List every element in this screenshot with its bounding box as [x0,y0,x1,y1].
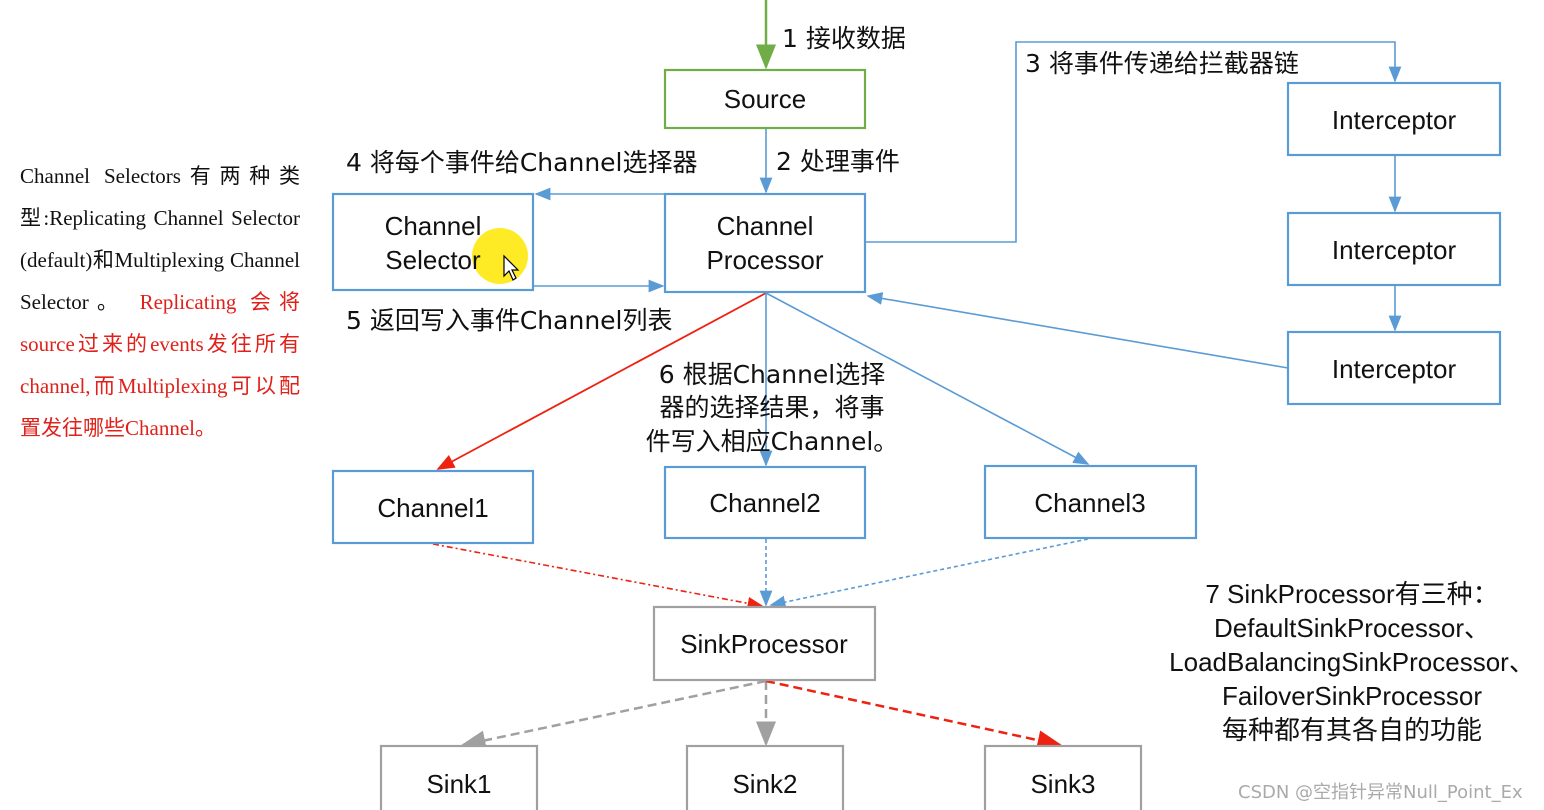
step7-line-5: 每种都有其各自的功能 [1221,715,1482,745]
channel-processor-label-1: Channel [717,211,814,241]
step5-label: 5 返回写入事件Channel列表 [346,306,673,335]
step6-label-2: 器的选择结果，将事 [659,393,884,422]
channel-processor-label-2: Processor [706,245,823,275]
step4-label: 4 将每个事件给Channel选择器 [346,148,698,177]
watermark: CSDN @空指针异常Null_Point_Ex [1238,782,1523,803]
step7-line-2: DefaultSinkProcessor、 [1214,613,1490,643]
channel3-label: Channel3 [1034,488,1145,518]
interceptor-label-3: Interceptor [1332,354,1457,384]
arrow-interceptor-return [866,292,1289,369]
step2-label: 2 处理事件 [776,147,900,176]
interceptor-label-2: Interceptor [1332,235,1457,265]
sink1-label: Sink1 [426,769,491,799]
source-label: Source [724,84,806,114]
sink-processor-note: 7 SinkProcessor有三种： DefaultSinkProcessor… [1160,577,1544,747]
channel-processor-box [663,192,867,294]
step1-label: 1 接收数据 [782,24,906,53]
arrow-channel1-sinkprocessor [432,543,764,610]
channel1-label: Channel1 [377,493,488,523]
sink-processor-label: SinkProcessor [680,629,848,659]
step7-line-4: FailoverSinkProcessor [1221,681,1483,711]
step7-line-1: 7 SinkProcessor有三种： [1205,579,1499,609]
step6-label-1: 6 根据Channel选择 [659,360,886,389]
interceptor-label-1: Interceptor [1332,105,1457,135]
channel2-label: Channel2 [709,488,820,518]
channel-selector-label-2: Selector [385,245,481,275]
step7-line-3: LoadBalancingSinkProcessor、 [1169,647,1535,677]
sink2-label: Sink2 [732,769,797,799]
arrow-sinkprocessor-sink3 [765,679,1063,750]
arrow-sinkprocessor-sink1 [460,679,767,751]
step3-label: 3 将事件传递给拦截器链 [1025,49,1299,78]
sink3-label: Sink3 [1030,769,1095,799]
step6-label-3: 件写入相应Channel。 [646,427,899,456]
channel-selector-label-1: Channel [385,211,482,241]
arrow-channel3-sinkprocessor [769,538,1089,609]
